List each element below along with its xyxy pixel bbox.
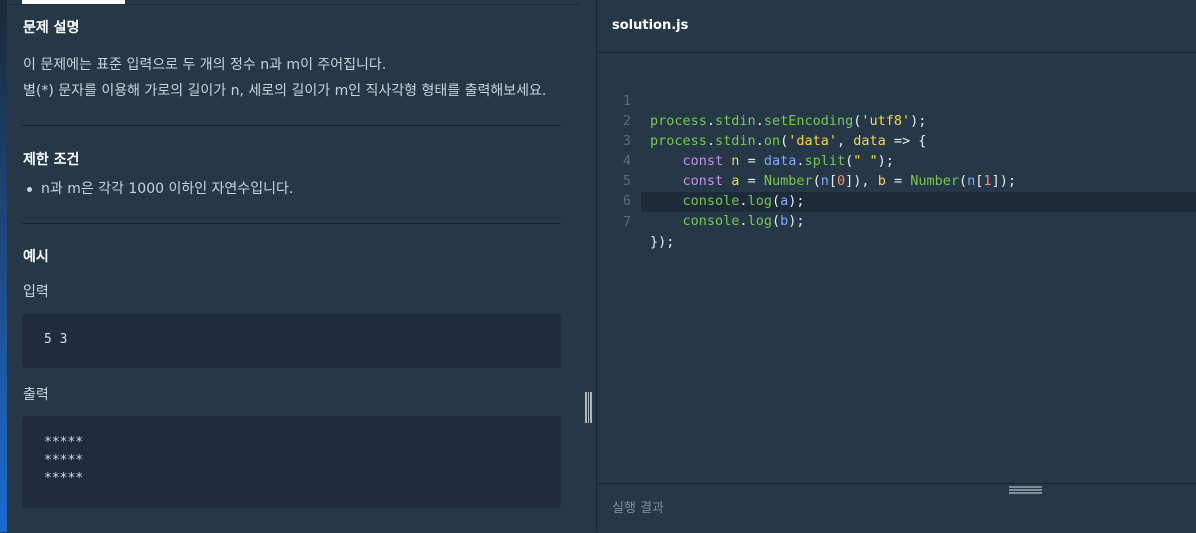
- top-divider: [7, 4, 580, 5]
- section-divider: [22, 223, 561, 224]
- code-line-text[interactable]: });: [650, 232, 674, 252]
- input-label: 입력: [23, 284, 49, 300]
- description-line-2: 별(*) 문자를 이용해 가로의 길이가 n, 세로의 길이가 m인 직사각형 …: [23, 83, 547, 99]
- pane-splitter[interactable]: [580, 0, 596, 532]
- section-divider: [22, 125, 561, 126]
- code-line[interactable]: 7 });: [597, 192, 1196, 250]
- output-example-value: ***** ***** *****: [44, 435, 84, 486]
- resize-grip-icon[interactable]: [1009, 486, 1042, 494]
- description-line-1: 이 문제에는 표준 입력으로 두 개의 정수 n과 m이 주어집니다.: [23, 57, 387, 73]
- output-example-box: ***** ***** *****: [22, 416, 561, 508]
- description-title: 문제 설명: [23, 20, 80, 36]
- bullet-icon: [27, 187, 32, 192]
- result-panel[interactable]: 실행 결과: [597, 483, 1196, 533]
- input-example-value: 5 3: [44, 332, 68, 347]
- code-line[interactable]: 6 console.log(b);: [597, 171, 1196, 229]
- line-number: 7: [622, 214, 631, 230]
- window-edge: [0, 0, 7, 532]
- example-title: 예시: [23, 249, 49, 265]
- splitter-handle-icon[interactable]: [585, 392, 592, 423]
- input-example-box: 5 3: [22, 314, 561, 368]
- output-label: 출력: [23, 387, 49, 403]
- code-line[interactable]: 3 const n = data.split(" ");: [597, 111, 1196, 169]
- code-line[interactable]: 2 process.stdin.on('data', data => {: [597, 91, 1196, 149]
- problem-pane: 문제 설명 이 문제에는 표준 입력으로 두 개의 정수 n과 m이 주어집니다…: [7, 0, 580, 532]
- code-line-text[interactable]: console.log(b);: [650, 211, 805, 231]
- editor-pane: solution.js 1 process.stdin.setEncoding(…: [596, 0, 1196, 533]
- code-line[interactable]: 1 process.stdin.setEncoding('utf8');: [597, 71, 1196, 129]
- result-label: 실행 결과: [612, 501, 664, 516]
- file-name: solution.js: [612, 18, 689, 33]
- constraint-item: n과 m은 각각 1000 이하인 자연수입니다.: [27, 178, 294, 198]
- code-editor[interactable]: 1 process.stdin.setEncoding('utf8'); 2 p…: [597, 53, 1196, 483]
- file-header: solution.js: [597, 0, 1196, 53]
- constraint-text: n과 m은 각각 1000 이하인 자연수입니다.: [41, 181, 294, 197]
- code-line[interactable]: 4 const a = Number(n[0]), b = Number(n[1…: [597, 131, 1196, 189]
- code-line[interactable]: 5 console.log(a);: [597, 151, 1196, 209]
- constraints-title: 제한 조건: [23, 152, 80, 168]
